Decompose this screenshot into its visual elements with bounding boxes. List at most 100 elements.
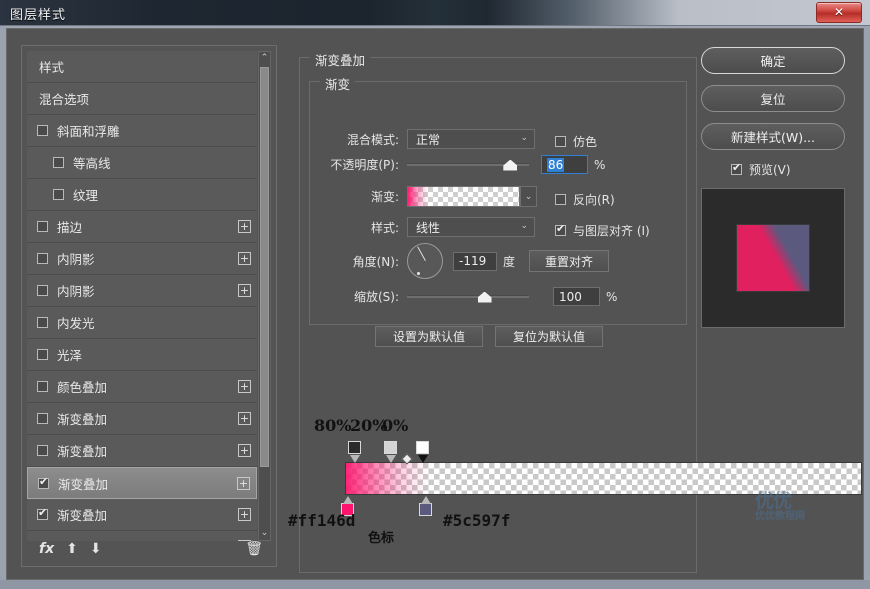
style-item-label: 颜色叠加 — [57, 377, 107, 396]
style-item-checkbox[interactable] — [37, 509, 48, 520]
style-item-label: 内发光 — [57, 313, 95, 332]
gradient-swatch[interactable]: ⌄ — [407, 186, 520, 207]
reset-button[interactable]: 复位 — [701, 85, 845, 112]
style-item-label: 斜面和浮雕 — [57, 121, 120, 140]
style-select[interactable]: 线性 ⌄ — [407, 217, 535, 237]
add-effect-icon[interactable]: + — [237, 477, 250, 490]
style-list-item[interactable]: 纹理 — [27, 179, 257, 211]
style-list-item[interactable]: 斜面和浮雕 — [27, 115, 257, 147]
add-effect-icon[interactable]: + — [238, 508, 251, 521]
opacity-row: 不透明度(P): 86 % — [313, 155, 605, 174]
window-edge-bottom — [0, 580, 870, 589]
reverse-checkbox-box[interactable] — [555, 194, 566, 205]
reset-default-button[interactable]: 复位为默认值 — [495, 326, 603, 347]
trash-icon[interactable]: 🗑 — [245, 541, 263, 557]
scroll-up-icon[interactable]: ⌃ — [259, 52, 270, 65]
set-default-button[interactable]: 设置为默认值 — [375, 326, 483, 347]
style-item-label: 等高线 — [73, 153, 111, 172]
style-list-item[interactable]: 光泽 — [27, 339, 257, 371]
style-list-item[interactable]: 描边+ — [27, 211, 257, 243]
style-item-checkbox[interactable] — [53, 157, 64, 168]
style-item-label: 渐变叠加 — [57, 505, 107, 524]
dither-checkbox[interactable]: 仿色 — [555, 133, 597, 150]
style-item-checkbox[interactable] — [38, 478, 49, 489]
style-item-label: 混合选项 — [39, 89, 89, 108]
style-list-item[interactable]: 混合选项 — [27, 83, 257, 115]
style-item-checkbox[interactable] — [37, 349, 48, 360]
preview-checkrow[interactable]: 预览(V) — [731, 161, 791, 178]
move-down-icon[interactable]: ⬇ — [90, 541, 102, 557]
opacity-slider[interactable] — [407, 158, 529, 172]
angle-dial[interactable] — [407, 243, 443, 279]
style-list-item[interactable]: 样式 — [27, 51, 257, 83]
chevron-down-icon-2: ⌄ — [520, 221, 528, 231]
style-list-item[interactable]: 内阴影+ — [27, 275, 257, 307]
style-item-checkbox[interactable] — [37, 445, 48, 456]
style-list-item[interactable]: 内阴影+ — [27, 243, 257, 275]
preview-label: 预览(V) — [749, 161, 791, 178]
styles-toolbar: fx ⬆ ⬇ 🗑 — [27, 537, 273, 561]
styles-list[interactable]: 样式混合选项斜面和浮雕等高线纹理描边+内阴影+内阴影+内发光光泽颜色叠加+渐变叠… — [27, 51, 273, 541]
style-list-item[interactable]: 渐变叠加 + — [27, 499, 257, 531]
style-item-label: 渐变叠加 — [58, 474, 108, 493]
scale-slider-knob[interactable] — [478, 292, 492, 303]
chevron-down-icon: ⌄ — [520, 133, 528, 143]
scale-input[interactable]: 100 — [553, 287, 600, 306]
add-effect-icon[interactable]: + — [238, 220, 251, 233]
add-effect-icon[interactable]: + — [238, 380, 251, 393]
scale-unit: % — [606, 290, 617, 304]
preview-checkbox-box[interactable] — [731, 164, 742, 175]
style-row: 样式: 线性 ⌄ — [339, 217, 535, 237]
move-up-icon[interactable]: ⬆ — [66, 541, 78, 557]
add-effect-icon[interactable]: + — [238, 444, 251, 457]
styles-scrollbar[interactable]: ⌃ ⌄ — [258, 51, 271, 541]
gradient-overlay-panel: 渐变叠加 渐变 混合模式: 正常 ⌄ 仿色 不透明度(P): — [293, 45, 699, 567]
reverse-checkbox[interactable]: 反向(R) — [555, 191, 615, 208]
opacity-label: 不透明度(P): — [313, 156, 399, 173]
style-item-checkbox[interactable] — [37, 253, 48, 264]
style-list-item[interactable]: 渐变叠加 + — [27, 467, 257, 499]
dither-label: 仿色 — [573, 133, 597, 150]
style-item-checkbox[interactable] — [37, 381, 48, 392]
title-bar: 图层样式 ✕ — [0, 0, 870, 26]
style-item-checkbox[interactable] — [37, 221, 48, 232]
style-list-item[interactable]: 渐变叠加 + — [27, 435, 257, 467]
scale-slider[interactable] — [407, 290, 529, 304]
align-layer-label: 与图层对齐 (I) — [573, 222, 650, 239]
angle-input[interactable]: -119 — [453, 252, 497, 271]
scale-row: 缩放(S): 100 % — [333, 287, 617, 306]
scrollbar-thumb[interactable] — [260, 67, 269, 467]
add-effect-icon[interactable]: + — [238, 284, 251, 297]
style-list-item[interactable]: 等高线 — [27, 147, 257, 179]
style-item-checkbox[interactable] — [53, 189, 64, 200]
layer-style-dialog: 样式混合选项斜面和浮雕等高线纹理描边+内阴影+内阴影+内发光光泽颜色叠加+渐变叠… — [6, 28, 864, 580]
align-layer-checkbox[interactable]: 与图层对齐 (I) — [555, 222, 650, 239]
preview-checkbox[interactable]: 预览(V) — [731, 161, 851, 178]
style-item-checkbox[interactable] — [37, 317, 48, 328]
app-window: 图层样式 ✕ 样式混合选项斜面和浮雕等高线纹理描边+内阴影+内阴影+内发光光泽颜… — [0, 0, 870, 589]
style-item-label: 样式 — [39, 57, 64, 76]
dither-checkbox-box[interactable] — [555, 136, 566, 147]
fx-icon[interactable]: fx — [39, 541, 54, 557]
gradient-label: 渐变: — [339, 188, 399, 205]
close-icon[interactable]: ✕ — [816, 2, 862, 23]
style-item-checkbox[interactable] — [37, 125, 48, 136]
align-layer-checkbox-box[interactable] — [555, 225, 566, 236]
style-list-item[interactable]: 内发光 — [27, 307, 257, 339]
add-effect-icon[interactable]: + — [238, 412, 251, 425]
style-item-label: 渐变叠加 — [57, 441, 107, 460]
style-list-item[interactable]: 颜色叠加 + — [27, 371, 257, 403]
preview-thumbnail — [701, 188, 845, 328]
style-item-checkbox[interactable] — [37, 413, 48, 424]
reset-align-button[interactable]: 重置对齐 — [529, 250, 609, 272]
add-effect-icon[interactable]: + — [238, 252, 251, 265]
style-list-item[interactable]: 渐变叠加+ — [27, 403, 257, 435]
ok-button[interactable]: 确定 — [701, 47, 845, 74]
gradient-dropdown-icon[interactable]: ⌄ — [520, 186, 537, 207]
style-item-checkbox[interactable] — [37, 285, 48, 296]
opacity-input[interactable]: 86 — [541, 155, 588, 174]
new-style-button[interactable]: 新建样式(W)... — [701, 123, 845, 150]
opacity-slider-knob[interactable] — [503, 160, 517, 171]
blend-mode-select[interactable]: 正常 ⌄ — [407, 129, 535, 149]
preview-thumbnail-image — [736, 224, 810, 292]
